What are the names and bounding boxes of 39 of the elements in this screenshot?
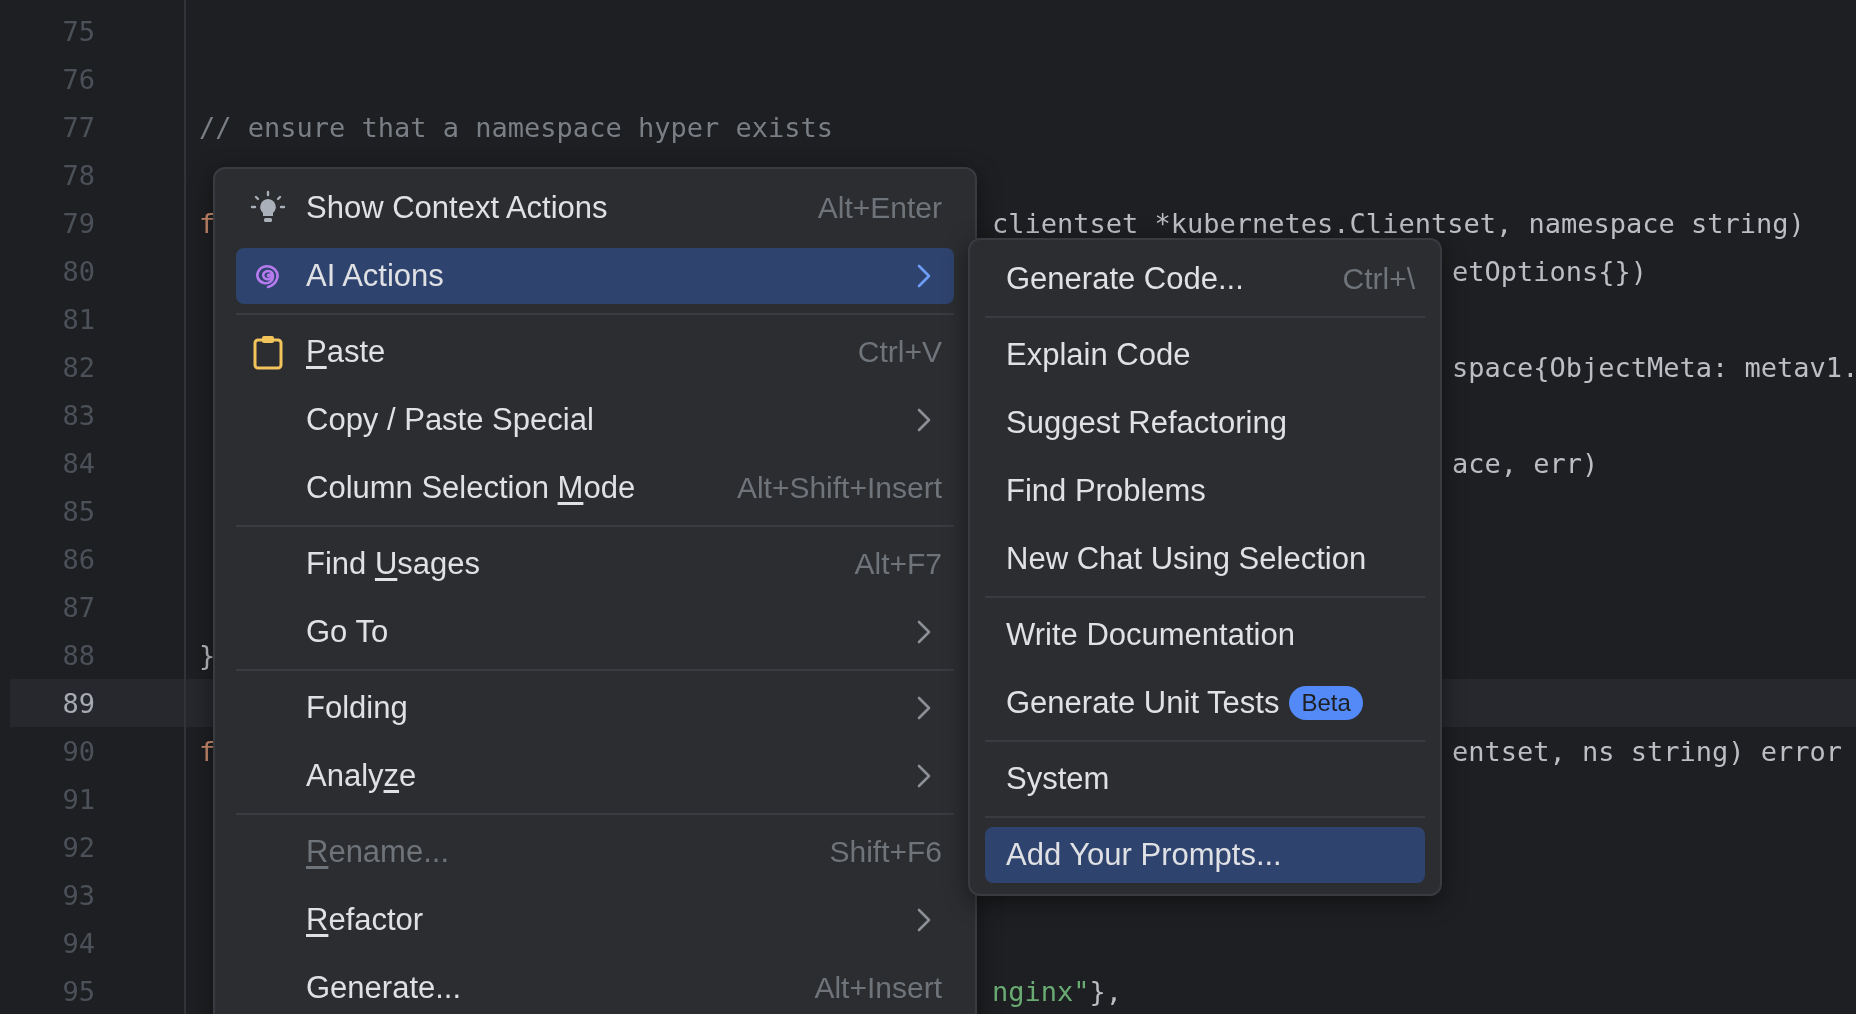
code-text: etOptions{}) (1452, 255, 1648, 287)
code-text: clientset *kubernetes.Clientset, namespace string) (992, 207, 1805, 239)
menu-item[interactable]: Add Your Prompts... (985, 827, 1425, 883)
menu-item[interactable]: Find Usages Alt+F7 (236, 536, 954, 592)
menu-item[interactable]: System (985, 751, 1425, 807)
code-text: space{ObjectMeta: metav1. (1452, 351, 1856, 383)
menu-item[interactable]: Find Problems (985, 463, 1425, 519)
code-text: ace, err) (1452, 447, 1599, 479)
menu-item[interactable]: AI Actions (236, 248, 954, 304)
menu-item[interactable]: Explain Code (985, 327, 1425, 383)
code-text: } (199, 639, 216, 671)
menu-item[interactable]: Generate... Alt+Insert (236, 960, 954, 1014)
chevron-right-icon (916, 619, 932, 645)
menu-item[interactable]: Column Selection Mode Alt+Shift+Insert (236, 460, 954, 516)
menu-item[interactable]: Generate Unit Tests Beta (985, 675, 1425, 731)
code-text: f (199, 207, 216, 239)
chevron-right-icon (916, 763, 932, 789)
code-text: }, (1089, 975, 1123, 1007)
chevron-right-icon (916, 263, 932, 289)
code-text: f (199, 735, 216, 767)
line-number: 89 (62, 687, 95, 719)
code-text: nginx" (992, 975, 1090, 1007)
chevron-right-icon (916, 907, 932, 933)
menu-item[interactable]: Suggest Refactoring (985, 395, 1425, 451)
menu-item[interactable]: Show Context Actions Alt+Enter (236, 180, 954, 236)
menu-item[interactable]: Copy / Paste Special (236, 392, 954, 448)
menu-item[interactable]: Analyze (236, 748, 954, 804)
chevron-right-icon (916, 695, 932, 721)
menu-item[interactable]: Refactor (236, 892, 954, 948)
beta-tag: Beta (1289, 686, 1363, 720)
menu-item[interactable]: Folding (236, 680, 954, 736)
menu-item[interactable]: Write Documentation (985, 607, 1425, 663)
code-text: entset, ns string) error (1452, 735, 1843, 767)
menu-item[interactable]: Generate Code... Ctrl+\ (985, 251, 1425, 307)
menu-item[interactable]: New Chat Using Selection (985, 531, 1425, 587)
chevron-right-icon (916, 407, 932, 433)
code-text: // ensure that a namespace hyper exists (199, 111, 833, 143)
menu-item[interactable]: Paste Ctrl+V (236, 324, 954, 380)
menu-item[interactable]: Go To (236, 604, 954, 660)
